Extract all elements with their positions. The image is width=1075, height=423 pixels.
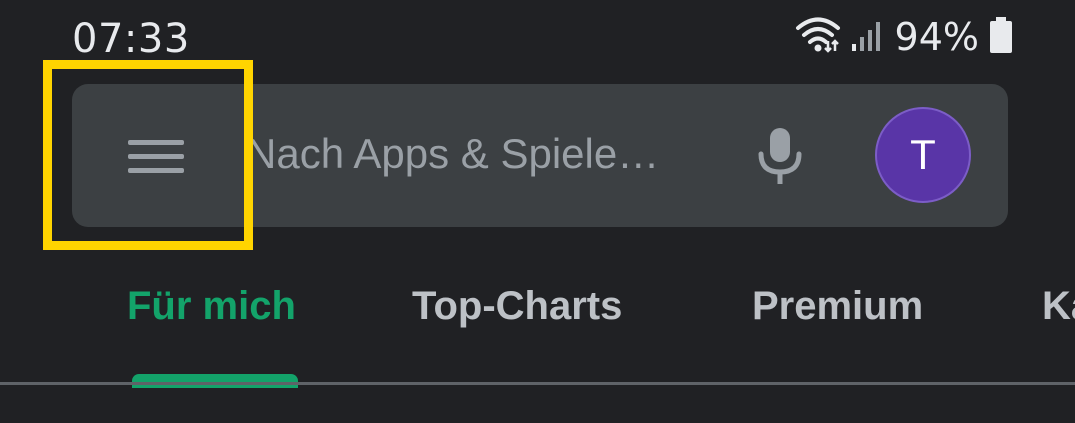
hamburger-menu-icon[interactable] [128, 140, 186, 174]
status-time: 07:33 [72, 16, 190, 62]
search-bar[interactable]: T [72, 84, 1008, 227]
tab-premium[interactable]: Premium [752, 284, 923, 329]
status-icons: 94% [795, 14, 1013, 60]
active-tab-indicator [132, 374, 298, 388]
tabs-divider [0, 382, 1075, 385]
search-input[interactable] [246, 124, 716, 184]
account-avatar[interactable]: T [875, 107, 971, 203]
battery-percent: 94% [894, 15, 979, 59]
wifi-icon [795, 15, 841, 60]
signal-icon [851, 18, 885, 57]
microphone-icon[interactable] [756, 126, 804, 188]
play-store-screen: 07:33 94% Nach Apps & Spiele… T Für mich… [0, 0, 1075, 423]
tab-fuer-mich[interactable]: Für mich [127, 284, 296, 329]
tab-kategorien[interactable]: Ka [1042, 284, 1075, 329]
battery-icon [989, 16, 1013, 59]
tab-top-charts[interactable]: Top-Charts [412, 284, 622, 329]
